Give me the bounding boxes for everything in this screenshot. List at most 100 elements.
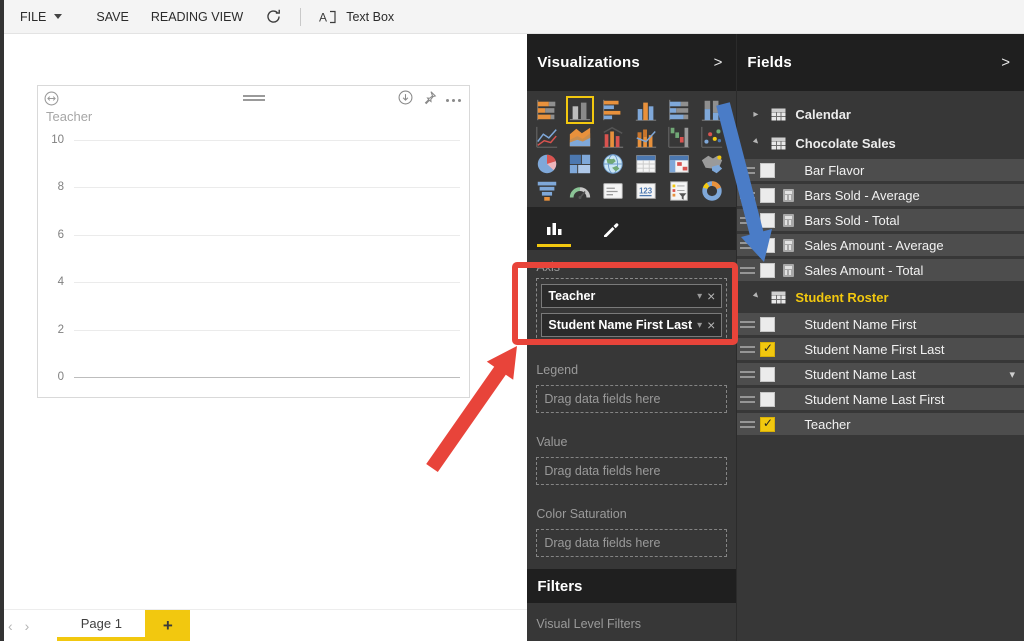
field-row[interactable]: Sales Amount - Total ▾ [737,259,1024,281]
line-stacked-column-chart-icon[interactable] [633,124,659,150]
drill-icon[interactable] [44,91,59,111]
reading-view-button[interactable]: READING VIEW [151,10,243,24]
field-table-block: ▸ Student Roster [737,284,1024,435]
legend-drop-zone[interactable]: Drag data fields here [536,385,727,413]
axis-field-pill[interactable]: Student Name First Last ▾ × [541,313,722,337]
field-checkbox[interactable] [760,342,775,357]
clustered-bar-chart-icon[interactable] [600,97,626,123]
field-checkbox[interactable] [760,317,775,332]
field-checkbox[interactable] [760,188,775,203]
funnel-icon[interactable] [534,178,560,204]
clustered-column-chart-icon[interactable] [567,97,593,123]
multi-row-card-icon[interactable]: 123 [633,178,659,204]
drag-handle-icon[interactable] [740,217,755,224]
waterfall-chart-icon[interactable] [666,124,692,150]
field-row[interactable]: Student Name Last First ▾ [737,388,1024,410]
field-checkbox[interactable] [760,367,775,382]
filled-map-icon[interactable] [699,151,725,177]
column-chart-icon[interactable] [633,97,659,123]
drag-handle-icon[interactable] [740,371,755,378]
svg-text:123: 123 [639,186,653,195]
line-chart-icon[interactable] [534,124,560,150]
add-page-button[interactable]: + [145,610,190,641]
expand-arrow-icon[interactable]: ▸ [751,136,766,151]
tab-fields[interactable] [537,207,571,250]
file-menu-label: FILE [20,10,46,24]
chart-plot: 1086420 [44,140,460,377]
field-row[interactable]: Student Name Last ▾ [737,363,1024,385]
expand-arrow-icon[interactable]: ▸ [751,290,766,305]
field-table-header[interactable]: ▸ Student Roster [737,284,1024,310]
field-row[interactable]: Bars Sold - Average ▾ [737,184,1024,206]
text-box-button[interactable]: A Text Box [319,9,394,25]
field-row[interactable]: Sales Amount - Average ▾ [737,234,1024,256]
drag-handle-icon[interactable] [740,242,755,249]
slicer-icon[interactable] [666,178,692,204]
field-name: Student Name First [804,317,1024,332]
file-menu-button[interactable]: FILE [20,10,62,24]
field-checkbox[interactable] [760,213,775,228]
field-name: Sales Amount - Total [804,263,1024,278]
prev-page-icon[interactable]: ‹ [8,618,13,634]
field-row[interactable]: Teacher ▾ [737,413,1024,435]
color-saturation-drop-zone[interactable]: Drag data fields here [536,529,727,557]
matrix-icon[interactable] [666,151,692,177]
column-chart-visual[interactable]: Teacher 1086420 [37,85,470,398]
treemap-icon[interactable] [567,151,593,177]
drag-handle-icon[interactable] [740,421,755,428]
pin-icon[interactable] [422,90,437,110]
field-row[interactable]: Bars Sold - Total ▾ [737,209,1024,231]
line-clustered-column-chart-icon[interactable] [600,124,626,150]
field-checkbox[interactable] [760,263,775,278]
100-stacked-bar-chart-icon[interactable] [666,97,692,123]
donut-chart-icon[interactable] [699,178,725,204]
table-icon[interactable] [633,151,659,177]
field-table-header[interactable]: ▸ Calendar [737,101,1024,127]
field-checkbox[interactable] [760,417,775,432]
field-row[interactable]: Student Name First ▾ [737,313,1024,335]
report-canvas[interactable]: Teacher 1086420 ‹ › Page 1 + [0,34,527,641]
next-page-icon[interactable]: › [25,618,30,634]
page-tab[interactable]: Page 1 [57,610,145,641]
drag-handle-icon[interactable] [740,396,755,403]
field-row[interactable]: Student Name First Last ▾ [737,338,1024,360]
pie-chart-icon[interactable] [534,151,560,177]
focus-mode-icon[interactable] [398,90,413,110]
expand-arrow-icon[interactable]: ▸ [753,109,767,120]
card-icon[interactable] [600,178,626,204]
area-chart-icon[interactable] [567,124,593,150]
100-stacked-column-chart-icon[interactable] [699,97,725,123]
window-edge [0,0,4,641]
drag-handle-icon[interactable] [740,267,755,274]
axis-field-pill[interactable]: Teacher ▾ × [541,284,722,308]
save-button[interactable]: SAVE [96,10,128,24]
field-options-icon[interactable]: ▾ [1009,368,1015,381]
field-row[interactable]: Bar Flavor ▾ [737,159,1024,181]
field-checkbox[interactable] [760,238,775,253]
collapse-panel-icon[interactable]: > [714,54,723,71]
remove-field-icon[interactable]: × [707,318,715,332]
axis-well[interactable]: Teacher ▾ × Student Name First Last ▾ × [536,278,727,343]
drag-handle-icon[interactable] [740,321,755,328]
drag-handle-icon[interactable] [740,167,755,174]
value-drop-zone[interactable]: Drag data fields here [536,457,727,485]
more-options-icon[interactable] [446,99,461,102]
map-icon[interactable] [600,151,626,177]
field-checkbox[interactable] [760,163,775,178]
remove-field-icon[interactable]: × [707,289,715,303]
gauge-icon[interactable] [567,178,593,204]
stacked-bar-chart-icon[interactable] [534,97,560,123]
field-checkbox[interactable] [760,392,775,407]
drag-handle-icon[interactable] [740,346,755,353]
scatter-chart-icon[interactable] [699,124,725,150]
chevron-down-icon[interactable]: ▾ [697,320,702,331]
chevron-down-icon[interactable]: ▾ [697,291,702,302]
tab-format[interactable] [593,207,627,250]
visual-drag-handle[interactable] [243,95,265,101]
field-table-block: ▸ Calendar [737,101,1024,127]
drag-handle-icon[interactable] [740,192,755,199]
field-table-header[interactable]: ▸ Chocolate Sales [737,130,1024,156]
collapse-panel-icon[interactable]: > [1001,54,1010,71]
legend-placeholder: Drag data fields here [544,392,660,406]
refresh-button[interactable] [265,8,282,25]
